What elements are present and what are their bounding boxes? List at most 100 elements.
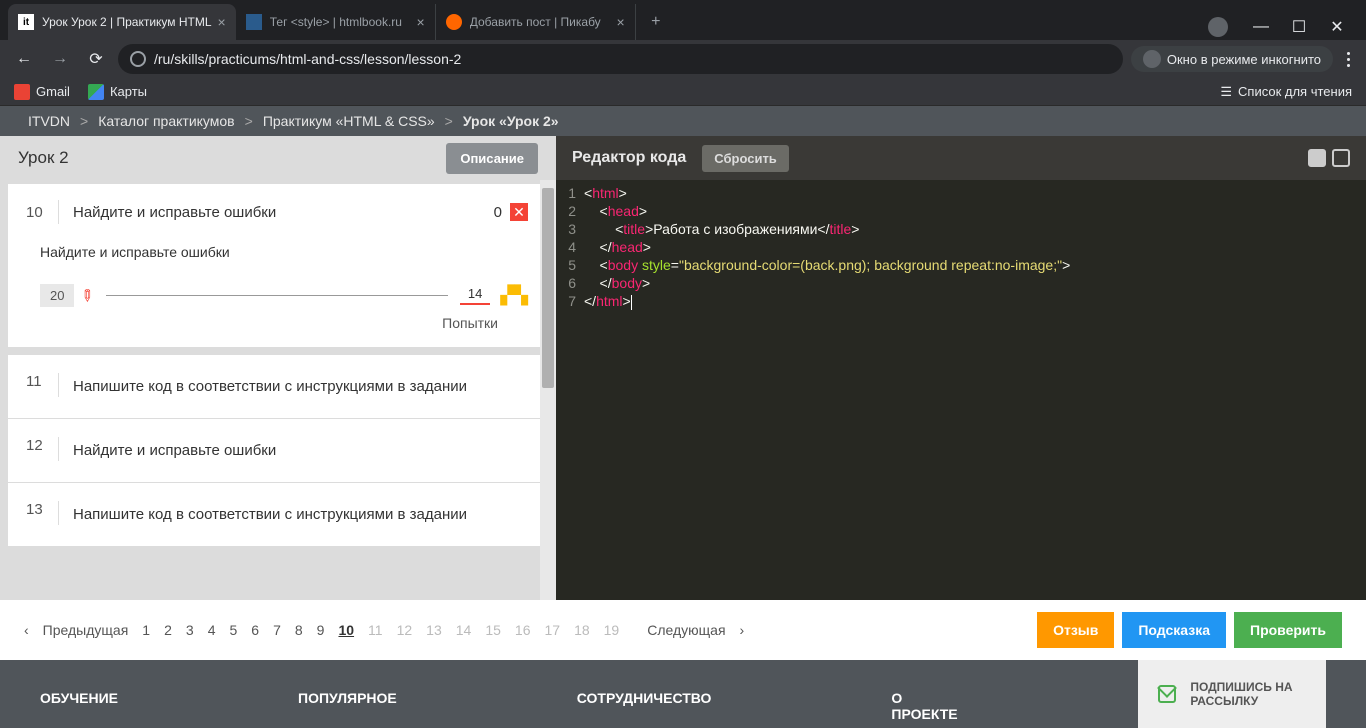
page-14[interactable]: 14 [456,622,472,638]
task-number: 13 [26,501,58,528]
list-icon: ☰ [1220,84,1232,100]
url-text: /ru/skills/practicums/html-and-css/lesso… [154,51,461,67]
site-info-icon[interactable] [130,51,146,67]
page-10[interactable]: 10 [338,622,354,638]
editor-panel: Редактор кода Сбросить 1234567 <html> <h… [556,136,1366,600]
address-bar: ← → ⟳ /ru/skills/practicums/html-and-css… [0,40,1366,78]
pagination: ‹ Предыдущая 123456789101112131415161718… [0,600,1366,660]
reading-list-button[interactable]: ☰ Список для чтения [1220,84,1352,100]
lesson-title: Урок 2 [18,148,69,168]
close-icon[interactable]: × [417,14,425,30]
reset-button[interactable]: Сбросить [702,145,789,172]
pencil-icon: ✎ [75,284,99,308]
pagination-prev[interactable]: Предыдущая [43,622,129,638]
footer-col[interactable]: О ПРОЕКТЕ [891,690,957,728]
page-8[interactable]: 8 [295,622,303,638]
attempts-label: Попытки [26,307,528,331]
view-toggle [1308,149,1350,167]
page-2[interactable]: 2 [164,622,172,638]
new-tab-button[interactable]: + [642,8,670,36]
attempts-value: 14 [460,286,490,305]
footer: ОБУЧЕНИЕ ПОПУЛЯРНОЕ СОТРУДНИЧЕСТВО О ПРО… [0,660,1366,728]
task-item[interactable]: 11Напишите код в соответствии с инструкц… [8,355,546,418]
page-12[interactable]: 12 [397,622,413,638]
reload-button[interactable]: ⟳ [82,45,110,73]
close-window-button[interactable]: ✕ [1324,14,1350,40]
task-progress: 20 ✎ 14 ▞▚ [26,284,528,307]
favicon-pik [446,14,462,30]
task-number: 10 [26,204,58,221]
footer-col[interactable]: ПОПУЛЯРНОЕ [298,690,397,728]
scrollbar[interactable] [540,180,556,600]
pagination-next[interactable]: Следующая [647,622,725,638]
incognito-label: Окно в режиме инкогнито [1167,52,1321,67]
progress-line [106,295,448,296]
code-editor[interactable]: 1234567 <html> <head> <title>Работа с из… [556,180,1366,600]
page-7[interactable]: 7 [273,622,281,638]
description-button[interactable]: Описание [446,143,538,174]
left-panel: Урок 2 Описание 10 Найдите и исправьте о… [0,136,556,600]
task-title: Найдите и исправьте ошибки [73,437,528,464]
bookmark-gmail[interactable]: Gmail [14,84,70,100]
incognito-badge: Окно в режиме инкогнито [1131,46,1333,72]
browser-tab-0[interactable]: it Урок Урок 2 | Практикум HTML × [8,4,236,40]
line-gutter: 1234567 [556,184,584,600]
pagination-next-carat: › [740,622,745,638]
close-icon[interactable]: × [218,14,226,30]
breadcrumb-item[interactable]: ITVDN [28,113,70,129]
task-title: Найдите и исправьте ошибки [73,204,494,221]
review-button[interactable]: Отзыв [1037,612,1114,648]
gmail-icon [14,84,30,100]
maps-icon [88,84,104,100]
page-5[interactable]: 5 [229,622,237,638]
footer-col[interactable]: ОБУЧЕНИЕ [40,690,118,728]
task-item[interactable]: 13 Напишите код в соответствии с инструкц… [8,483,546,546]
favicon-star [246,14,262,30]
task-title: Напишите код в соответствии с инструкция… [73,501,528,528]
page-17[interactable]: 17 [544,622,560,638]
reading-list-label: Список для чтения [1238,84,1352,99]
url-input[interactable]: /ru/skills/practicums/html-and-css/lesso… [118,44,1123,74]
browser-tabs: it Урок Урок 2 | Практикум HTML × Тег <s… [0,4,1192,40]
code-area[interactable]: <html> <head> <title>Работа с изображени… [584,184,1366,600]
page-4[interactable]: 4 [208,622,216,638]
page-18[interactable]: 18 [574,622,590,638]
browser-menu-button[interactable] [1341,46,1356,73]
browser-tab-2[interactable]: Добавить пост | Пикабу × [436,4,636,40]
bookmark-maps[interactable]: Карты [88,84,147,100]
page-1[interactable]: 1 [142,622,150,638]
minimize-button[interactable]: — [1248,14,1274,40]
page-11[interactable]: 11 [368,622,383,638]
breadcrumb-item[interactable]: Каталог практикумов [98,113,234,129]
view-mode-1[interactable] [1308,149,1326,167]
forward-button[interactable]: → [46,45,74,73]
gold-icon: ▞▚ [500,285,528,306]
breadcrumb: ITVDN> Каталог практикумов> Практикум «H… [0,106,1366,136]
attempts-box: 14 [460,286,490,305]
pagination-prev-carat: ‹ [24,622,29,638]
back-button[interactable]: ← [10,45,38,73]
task-item[interactable]: 12Найдите и исправьте ошибки [8,419,546,482]
page-15[interactable]: 15 [485,622,501,638]
footer-col[interactable]: СОТРУДНИЧЕСТВО [577,690,712,728]
page-3[interactable]: 3 [186,622,194,638]
check-button[interactable]: Проверить [1234,612,1342,648]
page-13[interactable]: 13 [426,622,442,638]
browser-tab-1[interactable]: Тег <style> | htmlbook.ru × [236,4,436,40]
view-mode-2[interactable] [1332,149,1350,167]
bookmark-label: Gmail [36,84,70,99]
hint-button[interactable]: Подсказка [1122,612,1226,648]
breadcrumb-item[interactable]: Практикум «HTML & CSS» [263,113,435,129]
task-close-button[interactable]: ✕ [510,203,528,221]
window-controls: — ☐ ✕ [1192,14,1366,40]
close-icon[interactable]: × [617,14,625,30]
page-6[interactable]: 6 [251,622,259,638]
page-16[interactable]: 16 [515,622,531,638]
page-19[interactable]: 19 [604,622,620,638]
page-9[interactable]: 9 [317,622,325,638]
mail-icon [1158,685,1177,703]
scrollbar-thumb[interactable] [542,188,554,388]
tab-label: Добавить пост | Пикабу [470,15,611,29]
maximize-button[interactable]: ☐ [1286,14,1312,40]
subscribe-box[interactable]: ПОДПИШИСЬ НА РАССЫЛКУ [1138,660,1326,728]
